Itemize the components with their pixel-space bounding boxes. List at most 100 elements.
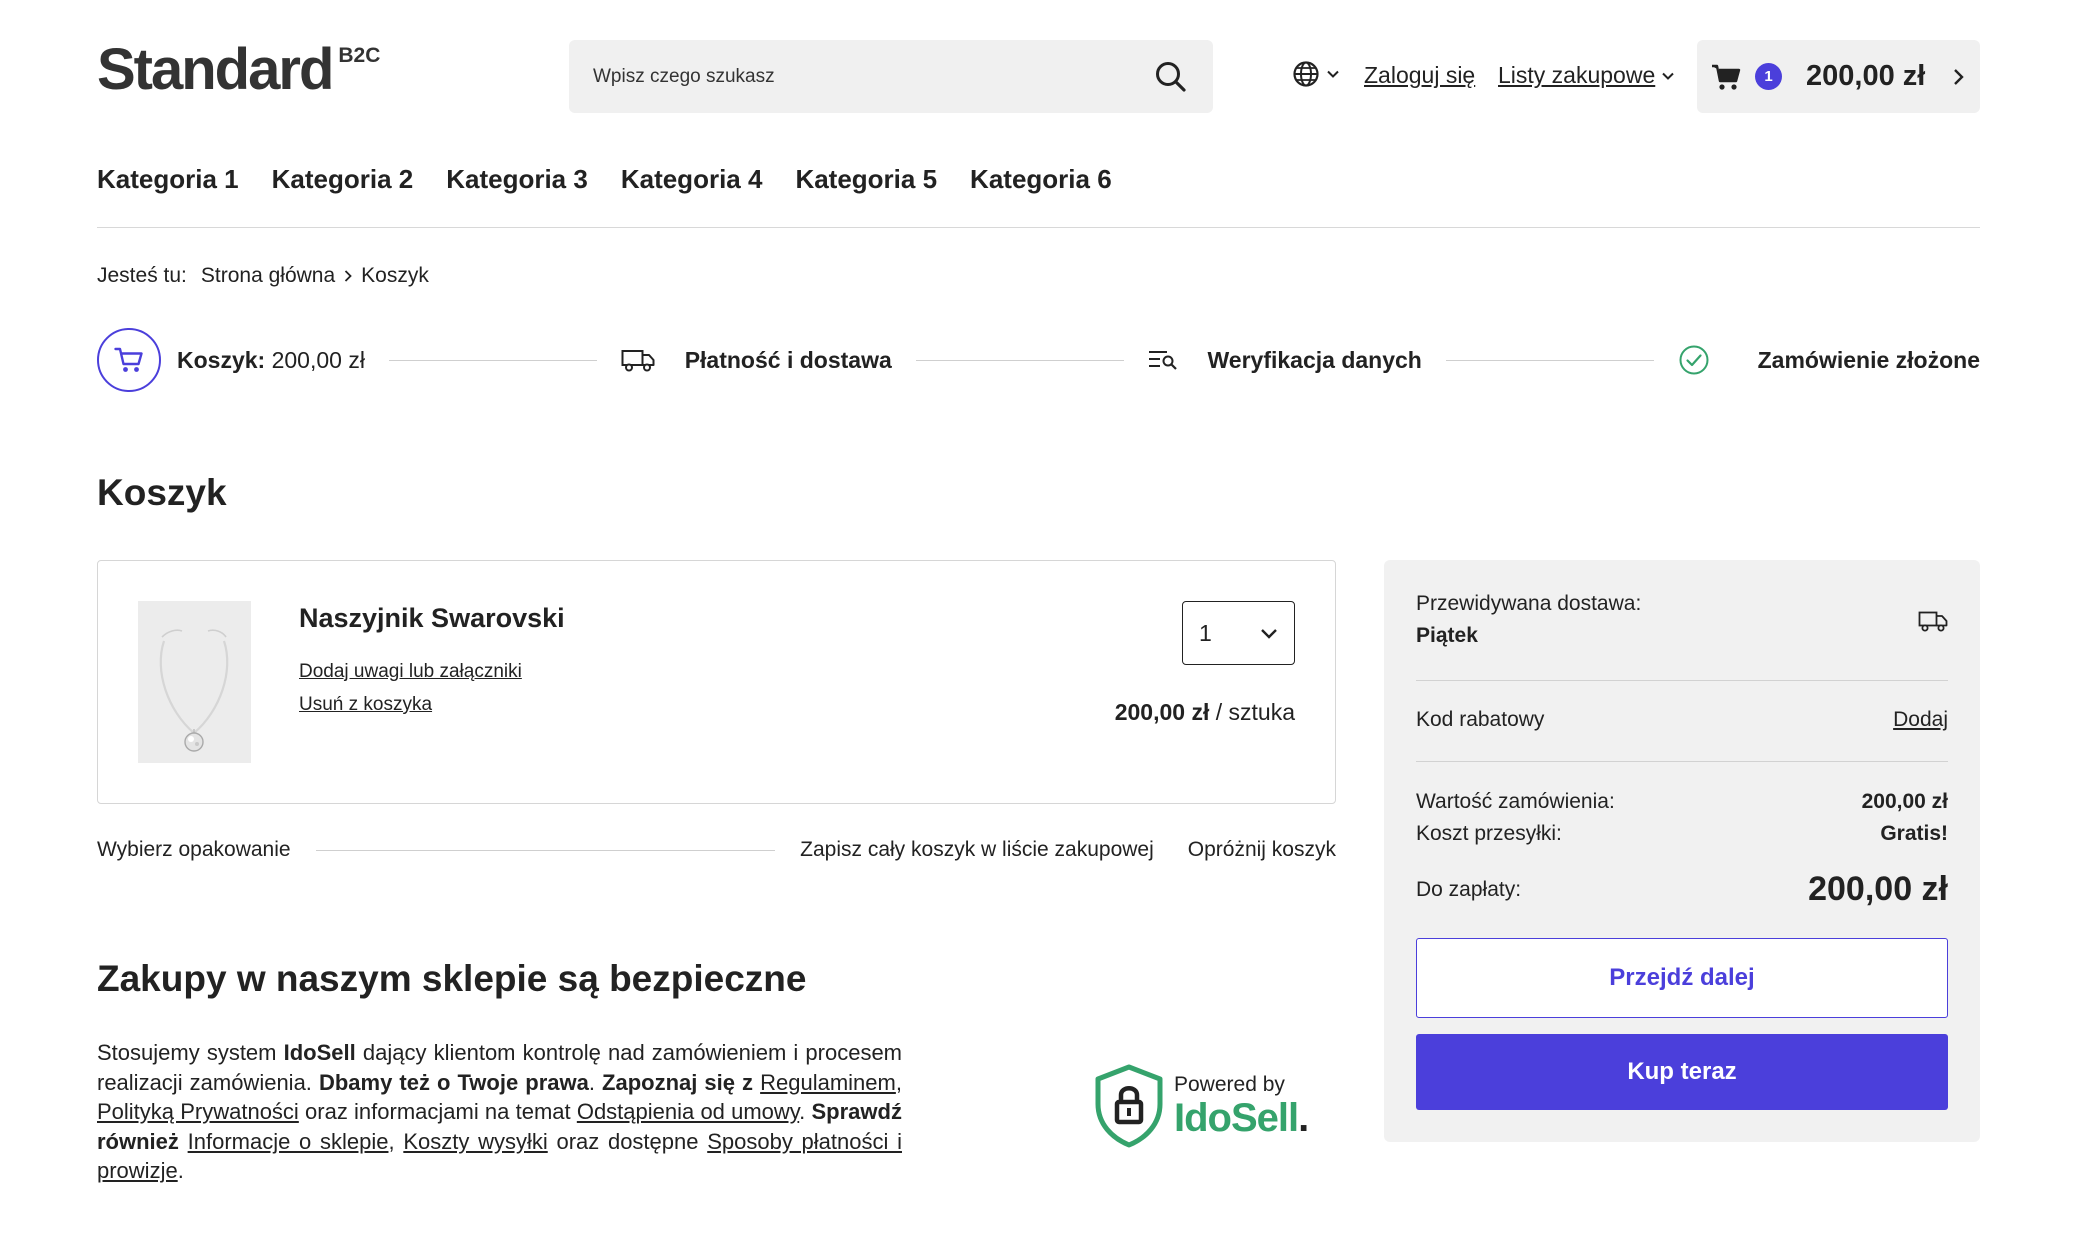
- order-summary: Przewidywana dostawa: Piątek Kod rabatow…: [1384, 560, 1980, 1142]
- quantity-select[interactable]: 1: [1182, 601, 1295, 665]
- empty-cart-link[interactable]: Opróżnij koszyk: [1188, 838, 1336, 862]
- cart-icon: [114, 347, 143, 372]
- cart-item-card: Naszyjnik Swarovski Dodaj uwagi lub załą…: [97, 560, 1336, 804]
- actions-divider: [315, 849, 776, 851]
- shipping-costs-link[interactable]: Koszty wysyłki: [403, 1129, 547, 1154]
- add-notes-link[interactable]: Dodaj uwagi lub załączniki: [299, 661, 522, 683]
- save-cart-to-list-link[interactable]: Zapisz cały koszyk w liście zakupowej: [800, 838, 1154, 862]
- to-pay-row: Do zapłaty: 200,00 zł: [1416, 870, 1948, 909]
- nav-item-category-3[interactable]: Kategoria 3: [446, 164, 588, 195]
- text: oraz informacjami na temat: [305, 1099, 571, 1124]
- chevron-right-icon: [1954, 68, 1964, 85]
- globe-icon: [1293, 61, 1319, 87]
- discount-label: Kod rabatowy: [1416, 708, 1545, 731]
- nav-item-category-1[interactable]: Kategoria 1: [97, 164, 239, 195]
- chevron-down-icon: [1327, 70, 1339, 78]
- check-circle-icon: [1679, 345, 1709, 375]
- cart-count-badge: 1: [1755, 63, 1782, 90]
- product-name[interactable]: Naszyjnik Swarovski: [299, 603, 565, 634]
- summary-divider: [1416, 680, 1948, 681]
- logo-superscript: B2C: [338, 44, 381, 67]
- search-bar: [569, 40, 1213, 113]
- summary-divider: [1416, 761, 1948, 762]
- shipping-value: Gratis!: [1880, 822, 1948, 845]
- necklace-image: [159, 629, 229, 752]
- header-cart-total: 200,00 zł: [1806, 60, 1926, 92]
- delivery-truck-icon: [621, 350, 655, 372]
- language-selector[interactable]: [1292, 60, 1340, 88]
- nav-item-category-5[interactable]: Kategoria 5: [795, 164, 937, 195]
- quantity-value: 1: [1199, 619, 1212, 646]
- shield-lock-icon: [1095, 1064, 1163, 1148]
- header-cart-button[interactable]: 1 200,00 zł: [1697, 40, 1980, 113]
- nav-divider: [97, 227, 1980, 228]
- remove-from-cart-link[interactable]: Usuń z koszyka: [299, 694, 432, 716]
- idosell-wordmark: IdoSell.: [1174, 1096, 1309, 1140]
- nav-item-category-4[interactable]: Kategoria 4: [621, 164, 763, 195]
- text: .: [177, 1158, 184, 1183]
- to-pay-value: 200,00 zł: [1808, 870, 1948, 908]
- shopping-lists-label: Listy zakupowe: [1498, 62, 1656, 88]
- step-connector: [1445, 359, 1654, 361]
- discount-row: Kod rabatowy Dodaj: [1416, 708, 1948, 732]
- unit-price-value: 200,00 zł: [1114, 699, 1210, 725]
- choose-packaging-link[interactable]: Wybierz opakowanie: [97, 838, 291, 862]
- step-cart-circle: [97, 328, 161, 392]
- breadcrumb-home[interactable]: Strona główna: [201, 264, 335, 288]
- text: Stosujemy system: [97, 1040, 277, 1065]
- step-done: Zamówienie złożone: [1757, 346, 1980, 373]
- nav-item-category-6[interactable]: Kategoria 6: [970, 164, 1112, 195]
- powered-by-label: Powered by: [1174, 1073, 1285, 1096]
- logo[interactable]: Standard B2C: [97, 38, 380, 102]
- privacy-policy-link[interactable]: Polityką Prywatności: [97, 1099, 299, 1124]
- step-connector: [915, 359, 1124, 361]
- page: Standard B2C Zaloguj się Listy zakupowe: [0, 0, 2078, 1236]
- delivery-label: Przewidywana dostawa:: [1416, 592, 1642, 615]
- text: .: [799, 1099, 806, 1124]
- unit-price-unit: / sztuka: [1215, 699, 1295, 725]
- breadcrumb: Jesteś tu: Strona główna Koszyk: [97, 264, 429, 288]
- step-cart: Koszyk: 200,00 zł: [177, 347, 365, 374]
- unit-price: 200,00 zł / sztuka: [1115, 699, 1295, 726]
- text-bold: Zapoznaj się z: [602, 1069, 754, 1095]
- chevron-down-icon: [1261, 629, 1277, 639]
- shipping-label: Koszt przesyłki:: [1416, 822, 1562, 845]
- product-image[interactable]: [138, 601, 251, 763]
- order-value: 200,00 zł: [1861, 790, 1948, 813]
- safety-paragraph: Stosujemy system IdoSell dający klientom…: [97, 1038, 902, 1186]
- breadcrumb-current: Koszyk: [361, 264, 429, 287]
- search-input[interactable]: [593, 65, 1153, 88]
- delivery-day: Piątek: [1416, 624, 1478, 647]
- category-nav: Kategoria 1 Kategoria 2 Kategoria 3 Kate…: [97, 164, 1112, 195]
- step-verify: Weryfikacja danych: [1207, 346, 1422, 373]
- withdrawal-link[interactable]: Odstąpienia od umowy: [577, 1099, 799, 1124]
- step-cart-label: Koszyk:: [177, 346, 266, 373]
- add-discount-link[interactable]: Dodaj: [1893, 708, 1948, 732]
- continue-button[interactable]: Przejdź dalej: [1416, 938, 1948, 1018]
- verify-list-icon: [1148, 351, 1177, 370]
- text: oraz dostępne: [556, 1128, 699, 1154]
- order-value-label: Wartość zamówienia:: [1416, 790, 1615, 813]
- safety-title: Zakupy w naszym sklepie są bezpieczne: [97, 958, 807, 999]
- checkout-steps: Koszyk: 200,00 zł Płatność i dostawa Wer…: [97, 328, 1980, 392]
- step-cart-value: 200,00 zł: [271, 346, 365, 373]
- text-bold: Dbamy też o Twoje prawa: [318, 1069, 589, 1095]
- idosell-dot: .: [1298, 1096, 1309, 1140]
- logo-text: Standard: [97, 37, 334, 102]
- text: .: [588, 1069, 595, 1095]
- nav-item-category-2[interactable]: Kategoria 2: [272, 164, 414, 195]
- to-pay-label: Do zapłaty:: [1416, 877, 1522, 901]
- search-icon[interactable]: [1153, 59, 1189, 95]
- chevron-right-icon: [345, 270, 352, 282]
- store-info-link[interactable]: Informacje o sklepie: [188, 1129, 389, 1154]
- powered-by-idosell[interactable]: Powered by IdoSell.: [1094, 1064, 1309, 1148]
- text-bold: IdoSell: [283, 1040, 356, 1065]
- terms-link[interactable]: Regulaminem: [760, 1070, 896, 1095]
- buy-now-button[interactable]: Kup teraz: [1416, 1034, 1948, 1110]
- shopping-lists-dropdown[interactable]: Listy zakupowe: [1498, 62, 1675, 89]
- order-value-row: Wartość zamówienia: 200,00 zł: [1416, 790, 1948, 814]
- text: ,: [388, 1128, 395, 1154]
- login-link[interactable]: Zaloguj się: [1364, 62, 1475, 89]
- chevron-down-icon: [1662, 72, 1674, 80]
- idosell-name: IdoSell: [1174, 1096, 1299, 1140]
